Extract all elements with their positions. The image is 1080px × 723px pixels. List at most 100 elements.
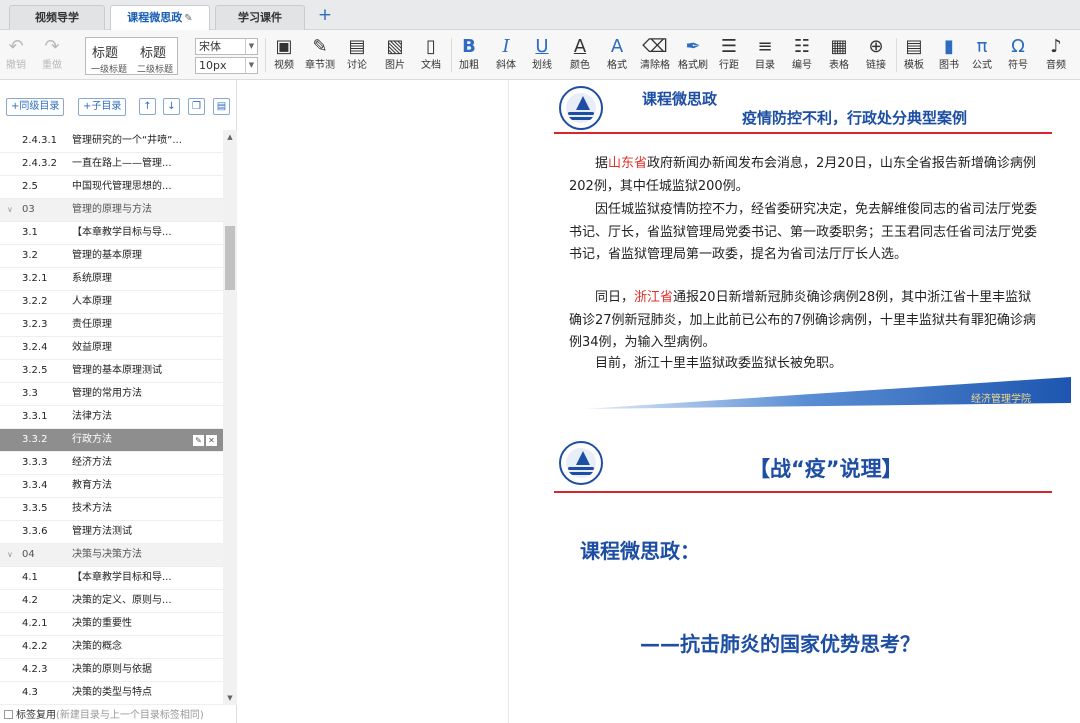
outline-row[interactable]: 3.1 【本章教学目标与导... xyxy=(0,222,223,245)
delete-icon[interactable]: ✕ xyxy=(206,435,217,446)
edit-icon[interactable]: ✎ xyxy=(193,435,204,446)
outline-row[interactable]: 3.3.4 教育方法 xyxy=(0,475,223,498)
page-margin-line xyxy=(508,80,509,723)
outline-title: 决策的定义、原则与... xyxy=(72,595,172,606)
outline-row[interactable]: 3.3.3 经济方法 xyxy=(0,452,223,475)
outline-title: 决策的类型与特点 xyxy=(72,687,152,698)
outline-row[interactable]: 2.4.3.2 一直在路上——管理... xyxy=(0,153,223,176)
tab-bar: 视频导学 课程微思政 ✎ 学习课件 + xyxy=(0,0,1080,31)
heading-style-picker[interactable]: 标题 标题 一级标题 二级标题 xyxy=(85,37,178,75)
scroll-down-icon[interactable]: ▼ xyxy=(223,691,237,705)
outline-row[interactable]: 4.1 【本章教学目标和导... xyxy=(0,567,223,590)
format-brush-icon: ✒ xyxy=(685,36,701,57)
numbering-button[interactable]: ☷ 编号 xyxy=(788,35,816,75)
outline-row[interactable]: 3.2.5 管理的基本原理测试 xyxy=(0,360,223,383)
outline-row[interactable]: 3.2 管理的基本原理 xyxy=(0,245,223,268)
move-down-icon[interactable]: ↓ xyxy=(163,98,180,115)
link-button[interactable]: ⊕ 链接 xyxy=(862,35,890,75)
outline-row[interactable]: 4.2 决策的定义、原则与... xyxy=(0,590,223,613)
book-button[interactable]: ▮ 图书 xyxy=(935,35,963,75)
table-button[interactable]: ▦ 表格 xyxy=(825,35,853,75)
tag-reuse-checkbox[interactable] xyxy=(4,710,13,719)
toc-button[interactable]: ≡ 目录 xyxy=(751,35,779,75)
add-child-directory-button[interactable]: +子目录 xyxy=(78,98,127,116)
redo-button[interactable]: ↷ 重做 xyxy=(40,35,64,75)
outline-row[interactable]: 4.2.3 决策的原则与依据 xyxy=(0,659,223,682)
outline-row[interactable]: 3.2.3 责任原理 xyxy=(0,314,223,337)
outline-number: 3.1 xyxy=(22,227,38,238)
outline-title: 管理的原理与方法 xyxy=(72,204,152,215)
link-label: 链接 xyxy=(866,60,886,71)
university-logo xyxy=(559,441,603,485)
tab-label: 课程微思政 xyxy=(127,11,183,24)
insert-image-button[interactable]: ▧ 图片 xyxy=(381,35,409,75)
outline-row[interactable]: 3.3 管理的常用方法 xyxy=(0,383,223,406)
outline-chapter-row[interactable]: ∨ 03 管理的原理与方法 xyxy=(0,199,223,222)
chapter-test-button[interactable]: ✎ 章节测 xyxy=(303,35,337,75)
format-button[interactable]: A 格式 xyxy=(603,35,631,75)
undo-button[interactable]: ↶ 撤销 xyxy=(4,35,28,75)
outline-row[interactable]: 3.2.2 人本原理 xyxy=(0,291,223,314)
insert-document-button[interactable]: ▯ 文档 xyxy=(417,35,445,75)
formula-button[interactable]: π 公式 xyxy=(968,35,996,75)
outline-number: 3.2.4 xyxy=(22,342,48,353)
outline-row[interactable]: 4.2.2 决策的概念 xyxy=(0,636,223,659)
outline-row[interactable]: 2.4.3.1 管理研究的一个“井喷”... xyxy=(0,130,223,153)
paste-icon[interactable]: ▤ xyxy=(213,98,230,115)
line-spacing-button[interactable]: ☰ 行距 xyxy=(715,35,743,75)
editor-toolbar: ↶ 撤销 ↷ 重做 标题 标题 一级标题 二级标题 宋体 ▼ 10px ▼ ▣ 视频 ✎ 章… xyxy=(0,30,1080,80)
scroll-up-icon[interactable]: ▲ xyxy=(223,130,237,144)
insert-video-button[interactable]: ▣ 视频 xyxy=(270,35,298,75)
symbol-icon: Ω xyxy=(1011,36,1025,57)
symbol-button[interactable]: Ω 符号 xyxy=(1004,35,1032,75)
outline-row[interactable]: 3.3.5 技术方法 xyxy=(0,498,223,521)
heading1-caption: 一级标题 xyxy=(91,65,128,75)
add-tab-button[interactable]: + xyxy=(316,5,334,25)
text-color-button[interactable]: A 颜色 xyxy=(566,35,594,75)
tag-reuse-label: 标签复用 xyxy=(16,710,56,721)
heading1-style[interactable]: 标题 xyxy=(92,42,118,61)
tag-reuse-option[interactable]: 标签复用(新建目录与上一个目录标签相同) xyxy=(4,709,204,723)
underline-icon: U xyxy=(535,36,549,57)
font-family-select[interactable]: 宋体 ▼ xyxy=(195,38,258,55)
tab-label: 学习课件 xyxy=(238,11,282,24)
p1-highlight: 山东省 xyxy=(608,156,648,171)
format-icon: A xyxy=(610,36,624,57)
document-icon: ▯ xyxy=(426,36,436,57)
copy-icon[interactable]: ❐ xyxy=(188,98,205,115)
audio-button[interactable]: ♪ 音频 xyxy=(1042,35,1070,75)
move-up-icon[interactable]: ↑ xyxy=(139,98,156,115)
outline-row[interactable]: 3.2.1 系统原理 xyxy=(0,268,223,291)
outline-row[interactable]: 3.2.4 效益原理 xyxy=(0,337,223,360)
outline-row[interactable]: 2.5 中国现代管理思想的... xyxy=(0,176,223,199)
format-brush-button[interactable]: ✒ 格式刷 xyxy=(676,35,710,75)
add-sibling-directory-button[interactable]: +同级目录 xyxy=(6,98,65,116)
outline-number: 3.3.1 xyxy=(22,411,48,422)
bold-button[interactable]: B 加粗 xyxy=(456,35,482,75)
collapse-chevron-icon[interactable]: ∨ xyxy=(7,544,13,566)
discuss-button[interactable]: ▤ 讨论 xyxy=(343,35,371,75)
pencil-icon[interactable]: ✎ xyxy=(184,13,192,24)
outline-title: 管理研究的一个“井喷”... xyxy=(72,135,182,146)
template-button[interactable]: ▤ 模板 xyxy=(900,35,928,75)
italic-button[interactable]: I 斜体 xyxy=(493,35,519,75)
outline-scrollbar[interactable]: ▲ ▼ xyxy=(223,130,237,705)
outline-row[interactable]: 4.3 决策的类型与特点 xyxy=(0,682,223,705)
outline-row[interactable]: 3.3.1 法律方法 xyxy=(0,406,223,429)
outline-row[interactable]: 3.3.2 行政方法 ✎ ✕ xyxy=(0,429,223,452)
format-brush-label: 格式刷 xyxy=(678,60,708,71)
tab-video-guide[interactable]: 视频导学 xyxy=(9,5,105,30)
tab-course-ideology[interactable]: 课程微思政 ✎ xyxy=(110,5,210,31)
outline-row[interactable]: 4.2.1 决策的重要性 xyxy=(0,613,223,636)
outline-chapter-row[interactable]: ∨ 04 决策与决策方法 xyxy=(0,544,223,567)
tab-courseware[interactable]: 学习课件 xyxy=(215,5,305,30)
outline-title: 责任原理 xyxy=(72,319,112,330)
outline-row[interactable]: 3.3.6 管理方法测试 xyxy=(0,521,223,544)
font-size-select[interactable]: 10px ▼ xyxy=(195,57,258,74)
heading2-style[interactable]: 标题 xyxy=(140,42,166,61)
document-canvas[interactable]: 课程微思政 疫情防控不利，行政处分典型案例 据山东省政府新闻办新闻发布会消息，2… xyxy=(238,80,1080,723)
underline-button[interactable]: U 划线 xyxy=(528,35,556,75)
scroll-thumb[interactable] xyxy=(225,226,235,290)
collapse-chevron-icon[interactable]: ∨ xyxy=(7,199,13,221)
clear-format-button[interactable]: ⌫ 清除格 xyxy=(638,35,672,75)
